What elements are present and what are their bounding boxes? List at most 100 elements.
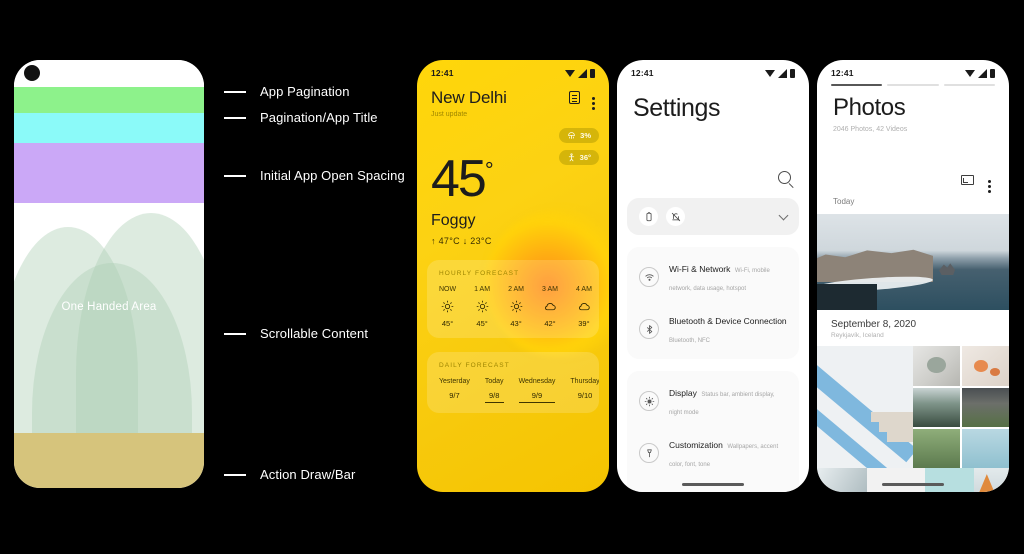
app-pagination[interactable] [817, 78, 1009, 87]
daily-forecast-list[interactable]: Yesterday 9/7 Today 9/8 Wednesday 9/9 Th… [439, 378, 599, 403]
settings-row-display[interactable]: Display Status bar, ambient display, nig… [627, 375, 799, 427]
wifi-icon [565, 69, 575, 77]
settings-row-customization[interactable]: Customization Wallpapers, accent color, … [627, 427, 799, 479]
callout-label: Scrollable Content [260, 326, 369, 341]
callout-dash [224, 174, 246, 177]
step-shape [879, 422, 913, 433]
wireframe-action-bar[interactable] [14, 433, 204, 488]
callout-label: App Pagination [260, 84, 350, 99]
photo-grid-right[interactable] [913, 346, 1009, 469]
settings-row-text: Customization Wallpapers, accent color, … [669, 435, 787, 471]
blue-band-shape [817, 346, 913, 463]
home-indicator[interactable] [682, 483, 744, 486]
grid-item-staircase[interactable] [817, 346, 913, 469]
bell-off-icon [671, 212, 680, 221]
wifi-icon [965, 69, 975, 77]
grid-item-teal[interactable] [924, 468, 975, 492]
settings-row-text: Display Status bar, ambient display, nig… [669, 383, 787, 419]
feels-like-badge: 36° [558, 150, 599, 165]
card-view-icon[interactable] [569, 91, 580, 104]
hourly-forecast-card[interactable]: HOURLY FORECAST NOW 45° 1 AM 45° 2 AM 43… [427, 259, 599, 338]
callout-label: Initial App Open Spacing [260, 168, 405, 183]
hourly-item: 1 AM 45° [474, 286, 490, 328]
step-shape [887, 432, 913, 443]
grid-item-tent[interactable] [974, 468, 1009, 492]
weather-city: New Delhi [431, 88, 507, 107]
callout-scrollable-content: Scrollable Content [224, 326, 368, 341]
grid-item-sky[interactable] [962, 429, 1009, 469]
callout-dash [224, 473, 246, 476]
sun-icon [474, 300, 490, 313]
callout-label: Pagination/App Title [260, 110, 378, 125]
settings-row-text: Bluetooth & Device Connection Bluetooth,… [669, 311, 787, 347]
settings-group-appearance: Display Status bar, ambient display, nig… [627, 371, 799, 492]
hourly-forecast-list[interactable]: NOW 45° 1 AM 45° 2 AM 43° 3 AM 42° 4 AM … [439, 286, 599, 328]
callout-dash [224, 90, 246, 93]
weather-header: New Delhi Just update [417, 78, 609, 118]
photo-caption: September 8, 2020 Reykjavík, Iceland [817, 310, 1009, 339]
day-label: Wednesday [518, 377, 556, 385]
chevron-down-icon[interactable] [778, 210, 789, 220]
signal-icon [978, 68, 987, 78]
status-icons [565, 68, 595, 78]
grid-item-light[interactable] [866, 468, 925, 492]
wireframe-spacing-band [14, 143, 204, 203]
daily-forecast-card[interactable]: DAILY FORECAST Yesterday 9/7 Today 9/8 W… [427, 351, 599, 413]
kebab-menu-icon[interactable] [592, 97, 595, 100]
settings-phone: 12:41 Settings Wi-Fi & Network Wi-Fi, mo… [617, 60, 809, 492]
weather-location-block: New Delhi Just update [431, 88, 507, 118]
settings-row-title: Customization [669, 440, 723, 450]
weather-status-bar: 12:41 [417, 60, 609, 78]
callout-action-draw-bar: Action Draw/Bar [224, 467, 355, 482]
hour-temp: 39° [578, 318, 590, 328]
page-title: Photos [833, 94, 906, 122]
grid-item-water[interactable] [817, 468, 867, 492]
weather-high-low: ↑ 47°C ↓ 23°C [431, 235, 492, 246]
sun-icon [508, 300, 524, 313]
kebab-menu-icon[interactable] [988, 179, 991, 183]
grid-item-pan[interactable] [913, 346, 960, 386]
grid-item-peaches[interactable] [962, 346, 1009, 386]
hour-label: 4 AM [575, 285, 592, 293]
signal-icon [778, 68, 787, 78]
cast-icon[interactable] [961, 175, 974, 186]
weather-header-actions [569, 88, 595, 104]
weather-updated: Just update [431, 111, 468, 118]
rain-chance-badge: 3% [559, 128, 599, 143]
grid-item-forest[interactable] [913, 387, 960, 428]
battery-icon [990, 68, 995, 78]
photo-location: Reykjavík, Iceland [831, 332, 884, 340]
battery-chip[interactable] [639, 207, 658, 226]
search-button[interactable] [617, 123, 809, 184]
day-date: 9/9 [518, 391, 556, 403]
mute-chip[interactable] [666, 207, 685, 226]
battery-icon [790, 68, 795, 78]
status-icons [965, 68, 995, 78]
brightness-icon [639, 391, 659, 411]
rain-chance-value: 3% [580, 131, 591, 140]
photo-strip-row[interactable] [817, 468, 1009, 492]
hourly-forecast-title: HOURLY FORECAST [439, 269, 520, 277]
wifi-icon [639, 267, 659, 287]
callout-pagination-app-title: Pagination/App Title [224, 110, 378, 125]
settings-row-wifi-network[interactable]: Wi-Fi & Network Wi-Fi, mobile network, d… [627, 251, 799, 303]
wireframe-scroll-band[interactable]: One Handed Area [14, 203, 204, 433]
settings-row-bluetooth[interactable]: Bluetooth & Device Connection Bluetooth,… [627, 303, 799, 355]
quick-toggle-bar[interactable] [627, 198, 799, 235]
search-icon[interactable] [778, 171, 791, 184]
hour-temp: 45° [441, 318, 454, 328]
wireframe-title-band [14, 113, 204, 143]
hero-photo[interactable] [817, 214, 1009, 311]
settings-row-title: Display [669, 388, 697, 398]
home-indicator[interactable] [882, 483, 944, 486]
photo-date: September 8, 2020 [831, 319, 917, 331]
grid-item-cliff[interactable] [962, 387, 1009, 428]
wifi-icon [765, 69, 775, 77]
settings-row-text: Sounds & Vibration Do Not Distub, earpho… [669, 487, 787, 492]
settings-row-title: Bluetooth & Device Connection [669, 316, 787, 326]
hour-label: 2 AM [508, 285, 525, 293]
grid-item-green-hill[interactable] [913, 429, 960, 469]
photo-grid[interactable] [817, 346, 1009, 469]
bluetooth-icon [639, 319, 659, 339]
cloud-icon [576, 300, 592, 313]
